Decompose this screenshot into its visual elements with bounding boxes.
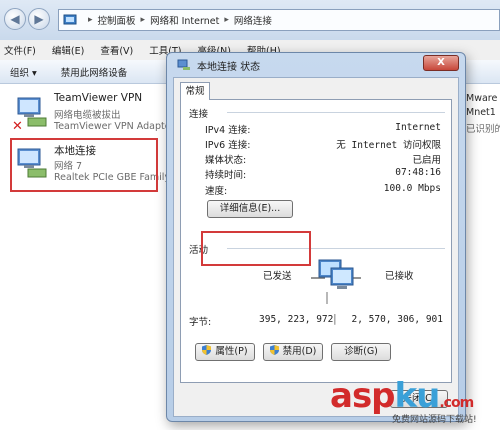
sent-label: 已发送: [263, 271, 292, 282]
status-dialog: 本地连接 状态 X 常规 连接 IPv4 连接: Internet IPv6 连…: [166, 52, 466, 422]
sent-bytes-value: 395, 223, 972: [259, 314, 334, 325]
disable-label: 禁用(D): [282, 346, 317, 357]
tab-panel-general: 连接 IPv4 连接: Internet IPv6 连接: 无 Internet…: [180, 99, 452, 383]
dialog-body: 常规 连接 IPv4 连接: Internet IPv6 连接: 无 Inter…: [173, 77, 459, 417]
network-item-teamviewer[interactable]: ✕ TeamViewer VPN 网络电缆被拔出 TeamViewer VPN …: [8, 90, 178, 138]
breadcrumb-network-internet[interactable]: 网络和 Internet: [150, 13, 219, 27]
diagnose-button[interactable]: 诊断(G): [331, 343, 391, 361]
watermark-logo: aspku.com: [330, 376, 474, 416]
dialog-title: 本地连接 状态: [197, 61, 261, 73]
network-activity-icon: [311, 259, 361, 304]
organize-button[interactable]: 组织 ▾: [10, 65, 37, 79]
network-item-status: 网络电缆被拔出: [54, 110, 121, 121]
arrow-left-icon: ◀: [10, 12, 20, 26]
control-panel-icon: [63, 14, 77, 25]
network-adapter-disconnected-icon: ✕: [12, 97, 47, 132]
details-button[interactable]: 详细信息(E)...: [207, 200, 293, 218]
breadcrumb-separator: ▸: [224, 15, 229, 25]
ipv6-label: IPv6 连接:: [205, 140, 251, 151]
highlight-box-local-connection: [10, 138, 158, 192]
duration-value: 07:48:16: [395, 167, 441, 178]
breadcrumb-separator: ▸: [88, 15, 93, 25]
speed-value: 100.0 Mbps: [383, 183, 441, 194]
speed-label: 速度:: [205, 186, 228, 197]
connection-section-label: 连接: [189, 109, 209, 120]
tab-general[interactable]: 常规: [180, 82, 210, 100]
watermark-brand-a: asp: [330, 376, 396, 416]
disable-device-button[interactable]: 禁用此网络设备: [61, 65, 128, 79]
ipv6-value: 无 Internet 访问权限: [336, 140, 441, 151]
shield-icon: [269, 345, 279, 355]
address-input[interactable]: ▸ 控制面板 ▸ 网络和 Internet ▸ 网络连接: [58, 9, 500, 31]
watermark-subtitle: 免费网站源码下载站!: [392, 415, 477, 425]
network-adapter-icon: [177, 59, 190, 70]
network-item-vmnet-partial: Mnet1: [466, 107, 496, 118]
breadcrumb-network-connections[interactable]: 网络连接: [234, 13, 272, 27]
media-state-value: 已启用: [412, 155, 441, 166]
forward-button[interactable]: ▶: [28, 8, 50, 30]
arrow-right-icon: ▶: [34, 12, 44, 26]
close-icon: X: [437, 57, 445, 68]
watermark-brand-b: ku: [394, 376, 441, 416]
menu-edit[interactable]: 编辑(E): [52, 43, 84, 57]
svg-text:✕: ✕: [12, 119, 23, 132]
network-item-device: TeamViewer VPN Adapter: [54, 121, 175, 132]
divider: [227, 112, 445, 113]
activity-separator: |: [333, 312, 337, 325]
properties-button[interactable]: 属性(P): [195, 343, 255, 361]
network-item-status-partial: 已识别的: [466, 124, 500, 135]
received-bytes-value: 2, 570, 306, 901: [351, 314, 443, 325]
title-close-button[interactable]: X: [423, 55, 459, 71]
media-state-label: 媒体状态:: [205, 155, 247, 166]
duration-label: 持续时间:: [205, 170, 247, 181]
received-label: 已接收: [385, 271, 414, 282]
watermark-brand-c: .com: [439, 395, 474, 411]
menu-view[interactable]: 查看(V): [100, 43, 133, 57]
shield-icon: [202, 345, 212, 355]
address-bar-area: ◀ ▶ ▸ 控制面板 ▸ 网络和 Internet ▸ 网络连接: [0, 0, 500, 40]
breadcrumb-separator: ▸: [140, 15, 146, 25]
properties-label: 属性(P): [215, 346, 248, 357]
back-button[interactable]: ◀: [4, 8, 26, 30]
ipv4-label: IPv4 连接:: [205, 125, 251, 136]
network-item-vmware-partial[interactable]: Mware: [466, 93, 497, 104]
dialog-titlebar[interactable]: 本地连接 状态: [177, 57, 260, 73]
ipv4-value: Internet: [395, 122, 441, 133]
bytes-label: 字节:: [189, 317, 212, 328]
disable-button[interactable]: 禁用(D): [263, 343, 323, 361]
highlight-box-details: [201, 231, 311, 266]
network-item-name: TeamViewer VPN: [54, 92, 143, 104]
menu-file[interactable]: 文件(F): [4, 43, 36, 57]
breadcrumb-control-panel[interactable]: 控制面板: [98, 13, 136, 27]
